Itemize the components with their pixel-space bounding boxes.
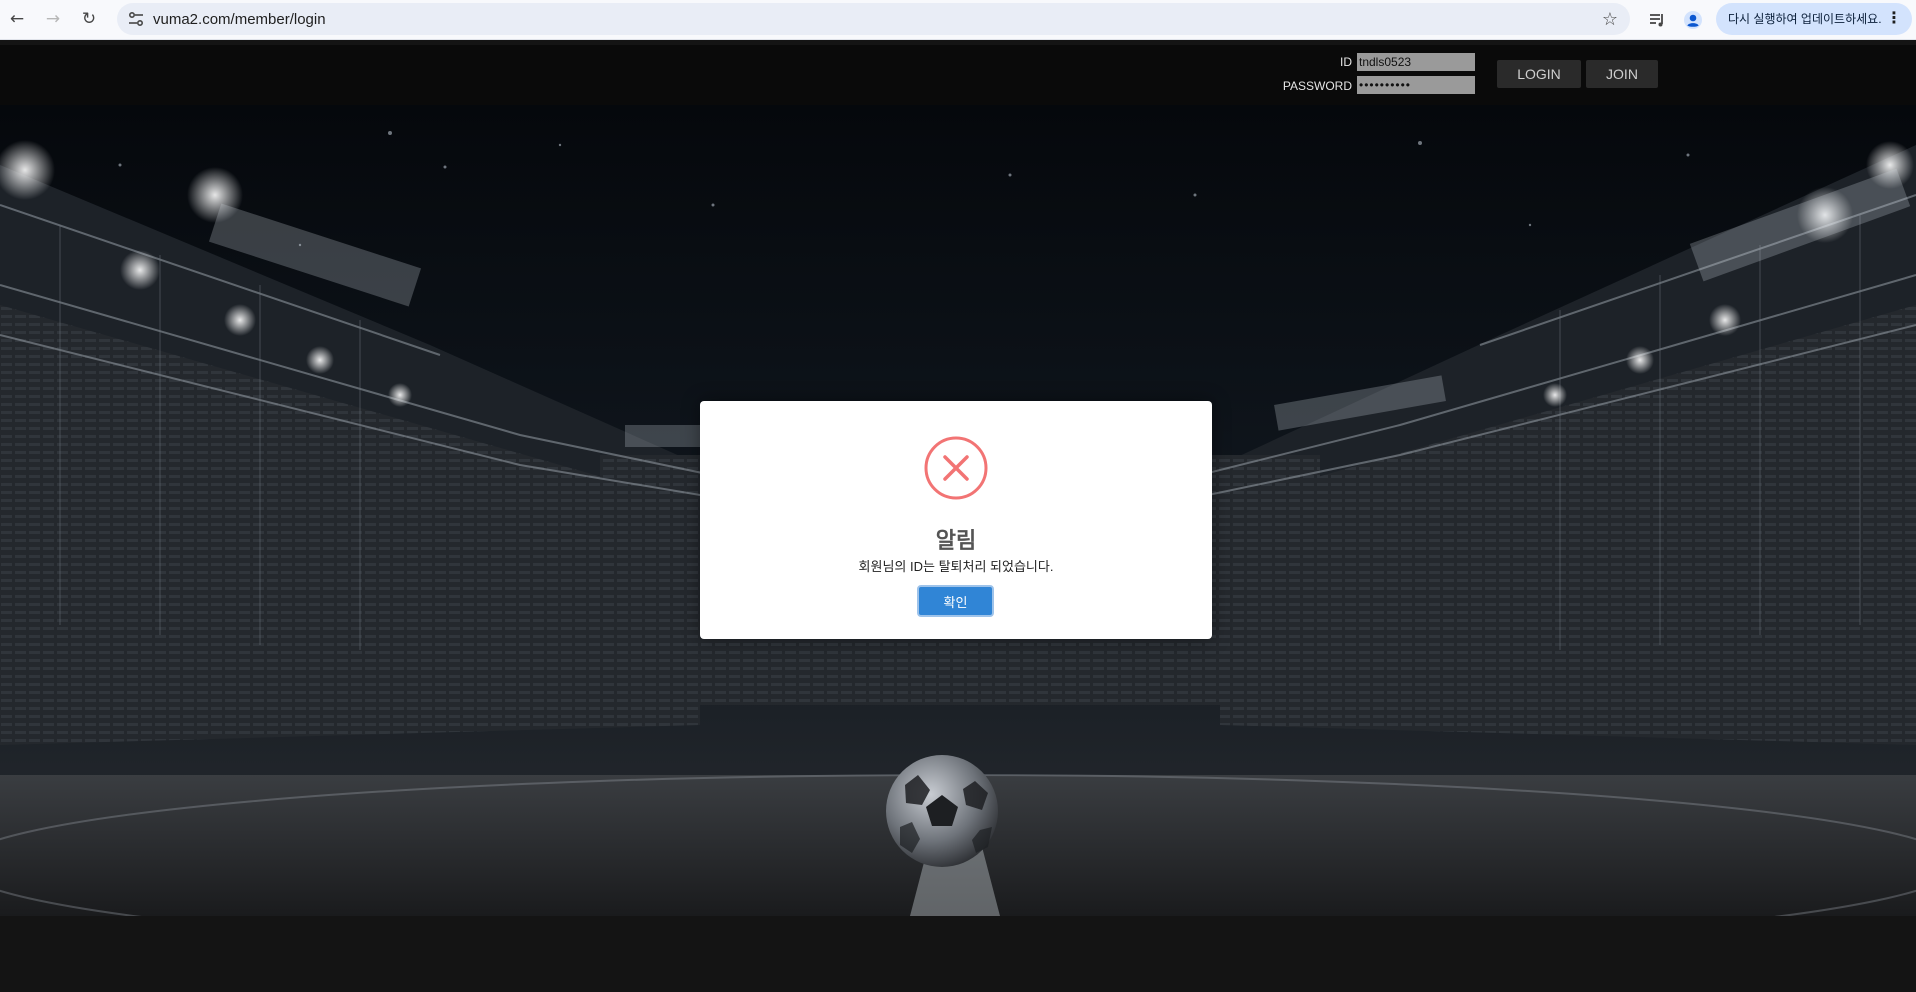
back-arrow-icon[interactable]: ← bbox=[6, 8, 28, 30]
join-button[interactable]: JOIN bbox=[1586, 60, 1658, 88]
update-button[interactable]: 다시 실행하여 업데이트하세요. ⋮ bbox=[1716, 3, 1912, 35]
bookmark-star-icon[interactable]: ☆ bbox=[1602, 9, 1618, 30]
profile-icon[interactable] bbox=[1681, 8, 1705, 32]
forward-arrow-icon[interactable]: → bbox=[42, 8, 64, 30]
reload-icon[interactable]: ↻ bbox=[78, 8, 100, 30]
address-bar[interactable]: vuma2.com/member/login ☆ bbox=[117, 3, 1630, 35]
browser-toolbar: ← → ↻ vuma2.com/member/login ☆ 다시 실행하여 업… bbox=[0, 0, 1916, 40]
password-input[interactable]: •••••••••• bbox=[1357, 76, 1475, 94]
menu-dots-icon[interactable]: ⋮ bbox=[1886, 3, 1902, 35]
dialog-title: 알림 bbox=[935, 528, 977, 553]
id-input[interactable]: tndls0523 bbox=[1357, 53, 1475, 71]
id-label: ID bbox=[1340, 55, 1352, 69]
login-button[interactable]: LOGIN bbox=[1497, 60, 1581, 88]
dialog-message: 회원님의 ID는 탈퇴처리 되었습니다. bbox=[858, 559, 1054, 574]
error-x-icon bbox=[924, 436, 988, 500]
alert-dialog: 알림 회원님의 ID는 탈퇴처리 되었습니다. 확인 bbox=[700, 401, 1212, 639]
url-text[interactable]: vuma2.com/member/login bbox=[153, 11, 326, 28]
media-control-icon[interactable] bbox=[1645, 8, 1669, 32]
site-header: ID tndls0523 PASSWORD •••••••••• LOGIN J… bbox=[0, 45, 1916, 105]
site-info-icon[interactable] bbox=[127, 10, 145, 28]
password-label: PASSWORD bbox=[1282, 79, 1352, 93]
update-text: 다시 실행하여 업데이트하세요. bbox=[1728, 12, 1882, 26]
confirm-button[interactable]: 확인 bbox=[917, 585, 994, 617]
